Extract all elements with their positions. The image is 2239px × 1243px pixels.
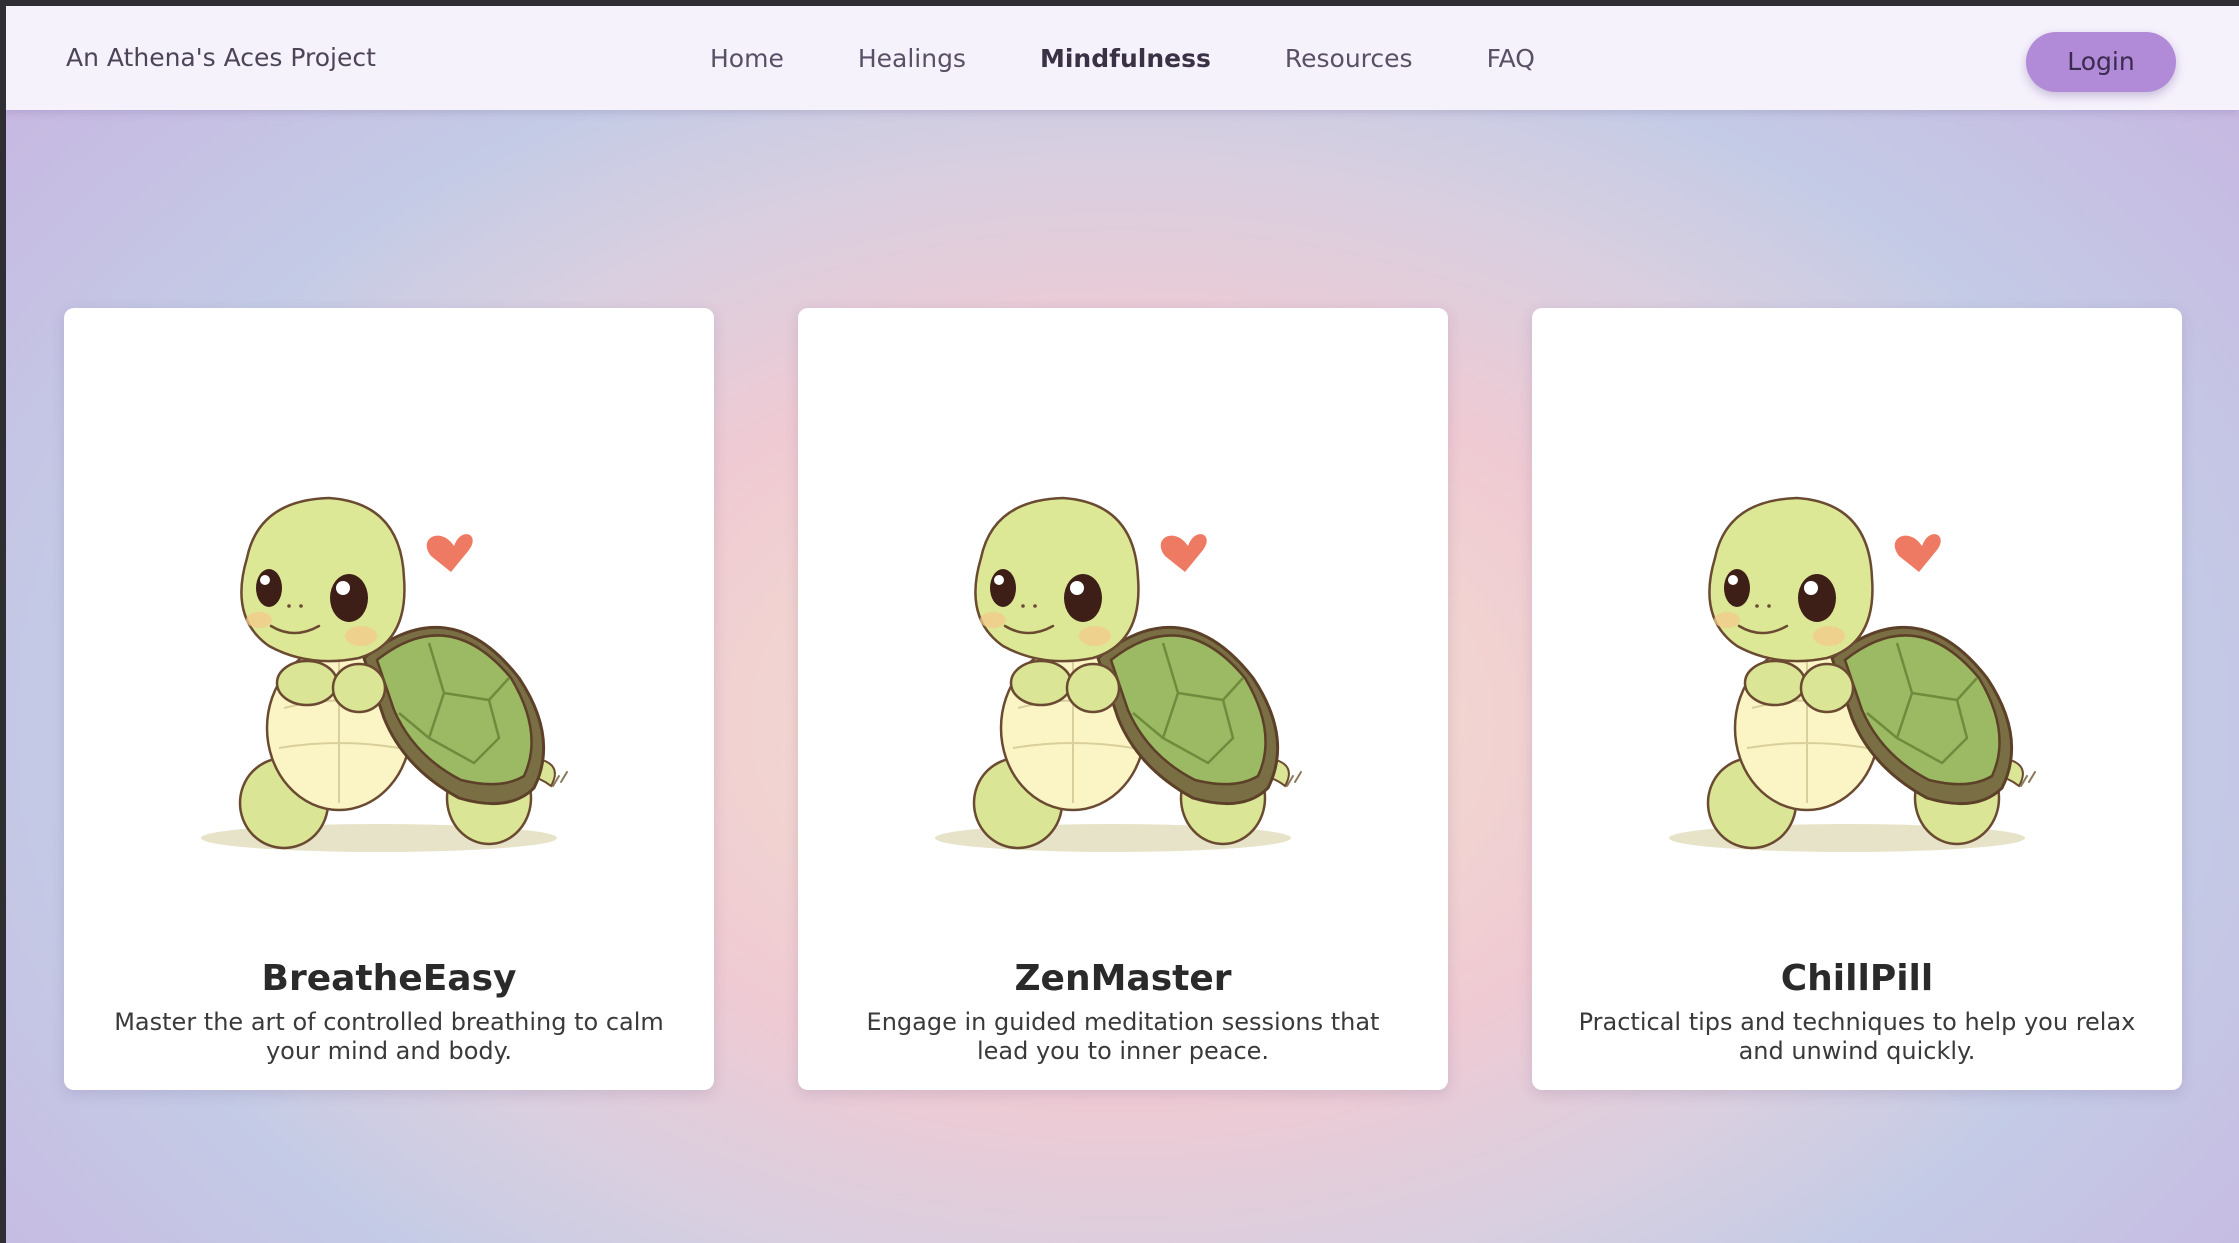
card-title: ChillPill: [1780, 958, 1934, 999]
card-description: Master the art of controlled breathing t…: [114, 1008, 664, 1065]
card-grid: BreatheEasy Master the art of controlled…: [64, 308, 2182, 1090]
turtle-illustration: [1667, 496, 2037, 854]
nav-link-home[interactable]: Home: [673, 44, 821, 73]
navbar: An Athena's Aces Project Home Healings M…: [6, 6, 2239, 110]
card-title: ZenMaster: [1014, 958, 1232, 999]
card-breatheeasy[interactable]: BreatheEasy Master the art of controlled…: [64, 308, 714, 1090]
card-zenmaster[interactable]: ZenMaster Engage in guided meditation se…: [798, 308, 1448, 1090]
card-title: BreatheEasy: [261, 958, 517, 999]
card-description: Practical tips and techniques to help yo…: [1578, 1008, 2136, 1065]
nav-link-mindfulness[interactable]: Mindfulness: [1003, 44, 1248, 73]
card-chillpill[interactable]: ChillPill Practical tips and techniques …: [1532, 308, 2182, 1090]
nav-link-healings[interactable]: Healings: [821, 44, 1003, 73]
brand-title[interactable]: An Athena's Aces Project: [66, 6, 376, 110]
nav-link-faq[interactable]: FAQ: [1450, 44, 1572, 73]
page-frame: An Athena's Aces Project Home Healings M…: [6, 6, 2239, 1243]
turtle-illustration: [199, 496, 569, 854]
card-description: Engage in guided meditation sessions tha…: [866, 1008, 1380, 1065]
turtle-illustration: [933, 496, 1303, 854]
nav-link-resources[interactable]: Resources: [1248, 44, 1450, 73]
login-button[interactable]: Login: [2026, 32, 2176, 92]
